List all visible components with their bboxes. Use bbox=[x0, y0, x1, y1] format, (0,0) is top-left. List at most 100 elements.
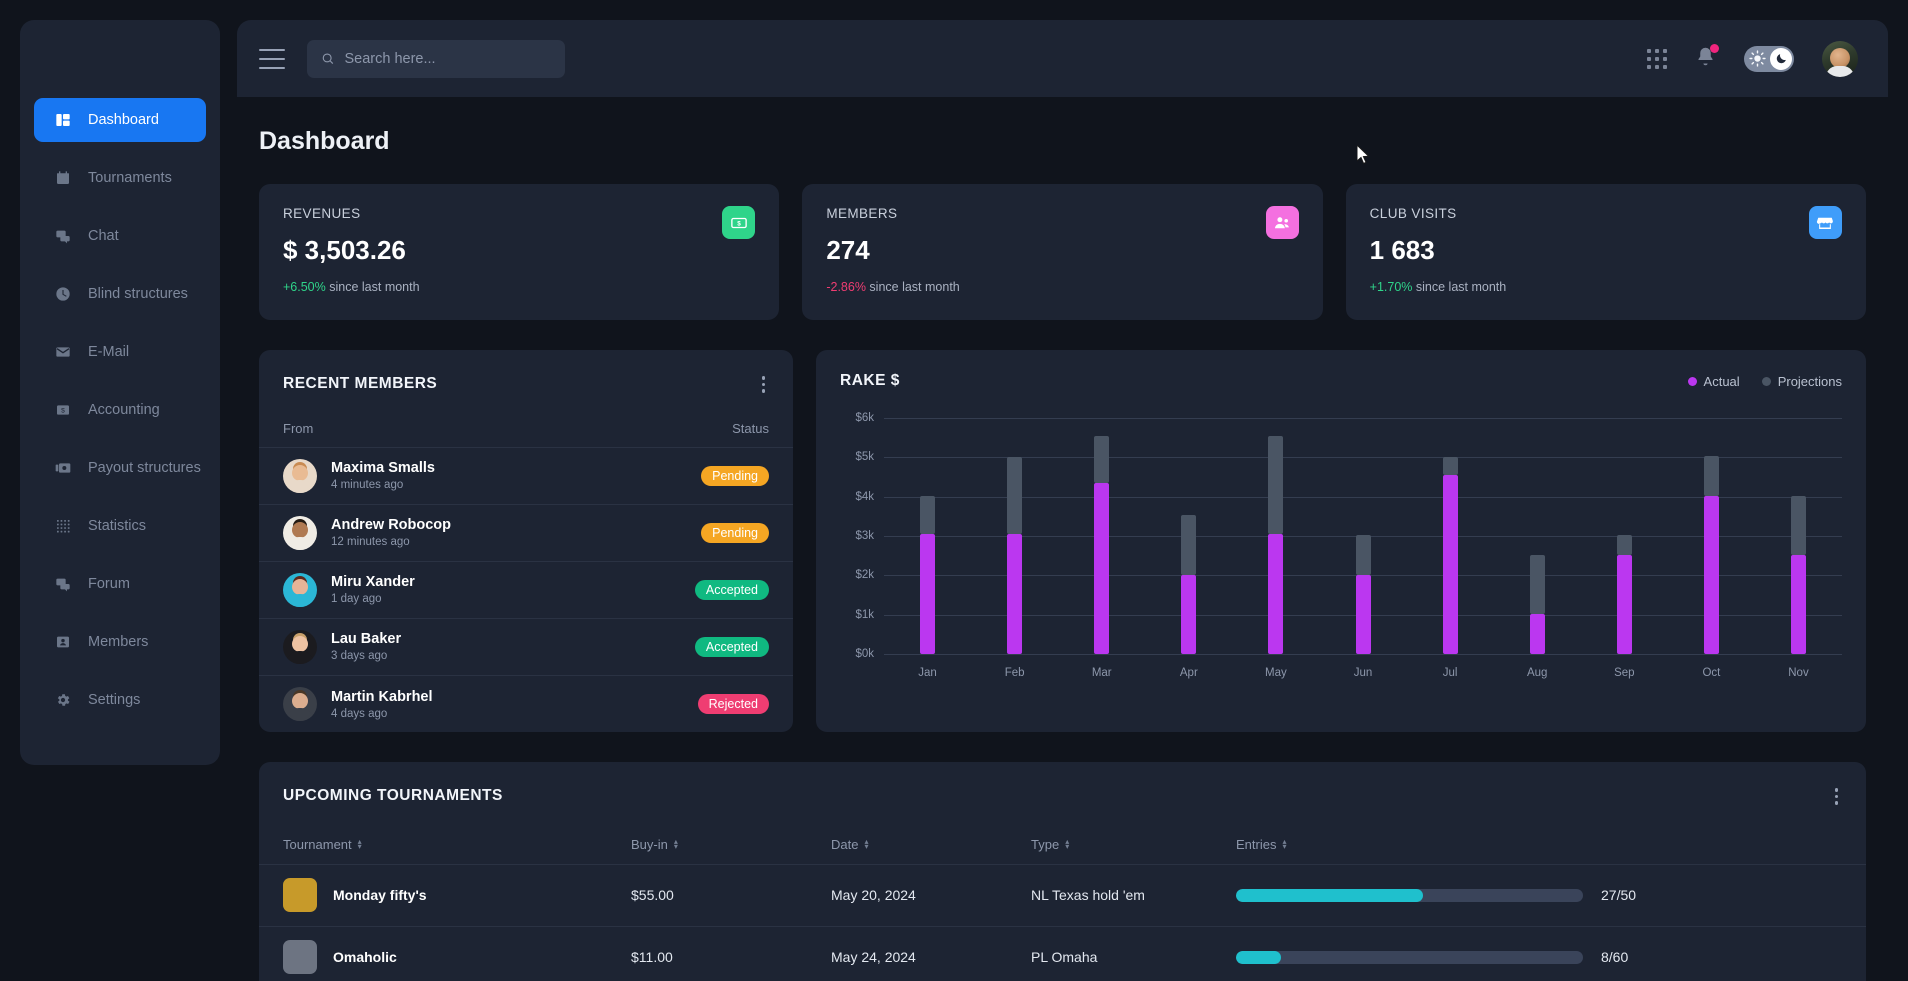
member-row[interactable]: Miru Xander 1 day ago Accepted bbox=[259, 562, 793, 619]
search-input[interactable] bbox=[344, 50, 551, 67]
x-axis-tick-label: Sep bbox=[1614, 667, 1635, 679]
mail-icon bbox=[54, 343, 72, 361]
bar-segment-actual bbox=[1703, 495, 1719, 654]
sidebar-item-members[interactable]: Members bbox=[34, 620, 206, 664]
theme-toggle[interactable] bbox=[1744, 45, 1794, 72]
bar-group[interactable]: Aug bbox=[1494, 418, 1581, 679]
avatar bbox=[283, 572, 317, 607]
bar-stack bbox=[1007, 418, 1023, 654]
chart-legend: Actual Projections bbox=[1687, 373, 1842, 389]
sidebar-item-forum[interactable]: Forum bbox=[34, 562, 206, 606]
stat-value: 1 683 bbox=[1369, 235, 1435, 265]
recent-members-columns: From Status bbox=[259, 397, 793, 448]
column-header-buy-in[interactable]: Buy-in ▴ ▾ bbox=[631, 837, 831, 852]
content: Dashboard REVENUES $ 3,503.26 +6.50% since… bbox=[237, 97, 1888, 981]
apps-grid-icon[interactable] bbox=[1647, 48, 1667, 69]
column-header-type[interactable]: Type ▴ ▾ bbox=[1031, 837, 1236, 852]
bar-group[interactable]: Sep bbox=[1581, 418, 1668, 679]
upcoming-tournaments-panel: UPCOMING TOURNAMENTS Tournament ▴ ▾ Buy-in ▴… bbox=[259, 762, 1866, 981]
sidebar-item-label: E-Mail bbox=[88, 344, 130, 360]
column-header-date[interactable]: Date ▴ ▾ bbox=[831, 837, 1031, 852]
legend-item-projections[interactable]: Projections bbox=[1761, 373, 1842, 389]
cell-buyin: $55.00 bbox=[631, 887, 674, 903]
sidebar-item-dashboard[interactable]: Dashboard bbox=[34, 98, 206, 142]
cell-buyin: $11.00 bbox=[631, 949, 673, 965]
stat-label: MEMBERS bbox=[826, 206, 898, 221]
x-axis-tick-label: Jun bbox=[1353, 667, 1373, 679]
sidebar-item-blind-structures[interactable]: Blind structures bbox=[34, 272, 206, 316]
bar-group[interactable]: Oct bbox=[1668, 418, 1755, 679]
member-name: Andrew Robocop bbox=[331, 517, 452, 533]
stat-delta: +6.50% bbox=[283, 280, 326, 294]
sidebar-item-payout-structures[interactable]: Payout structures bbox=[34, 446, 206, 490]
stat-subtext: -2.86% since last month bbox=[826, 280, 1298, 294]
column-header-entries[interactable]: Entries ▴ ▾ bbox=[1236, 837, 1842, 852]
sidebar-item-accounting[interactable]: $ Accounting bbox=[34, 388, 206, 432]
storefront-icon bbox=[1808, 206, 1842, 239]
stat-subtext: +6.50% since last month bbox=[283, 280, 755, 294]
column-label: Date bbox=[831, 836, 859, 852]
dashboard-icon bbox=[54, 111, 72, 129]
column-header-tournament[interactable]: Tournament ▴ ▾ bbox=[283, 837, 631, 852]
money-icon: $ bbox=[54, 401, 72, 419]
page-title: Dashboard bbox=[259, 127, 390, 155]
sidebar-item-settings[interactable]: Settings bbox=[34, 678, 206, 722]
bar-group[interactable]: Feb bbox=[971, 418, 1058, 679]
sidebar-item-e-mail[interactable]: E-Mail bbox=[34, 330, 206, 374]
sidebar-item-label: Payout structures bbox=[88, 460, 201, 476]
bar-segment-projections bbox=[1007, 456, 1023, 535]
bar-group[interactable]: Apr bbox=[1145, 418, 1232, 679]
member-row[interactable]: Lau Baker 3 days ago Accepted bbox=[259, 619, 793, 676]
member-info: Lau Baker 3 days ago bbox=[331, 631, 401, 662]
bar-group[interactable]: Nov bbox=[1755, 418, 1842, 679]
sidebar-item-chat[interactable]: Chat bbox=[34, 214, 206, 258]
stat-delta: -2.86% bbox=[826, 280, 866, 294]
cell-tournament: Monday fifty's bbox=[283, 878, 631, 912]
user-avatar[interactable] bbox=[1822, 40, 1858, 77]
kebab-menu-icon[interactable] bbox=[758, 372, 770, 397]
status-badge: Pending bbox=[701, 522, 769, 543]
rake-chart-title: RAKE $ bbox=[840, 372, 900, 389]
stat-label: CLUB VISITS bbox=[1369, 206, 1457, 221]
chat-icon bbox=[54, 227, 72, 245]
member-row[interactable]: Andrew Robocop 12 minutes ago Pending bbox=[259, 505, 793, 562]
legend-label: Projections bbox=[1777, 373, 1842, 389]
sidebar-item-statistics[interactable]: Statistics bbox=[34, 504, 206, 548]
member-time: 3 days ago bbox=[331, 650, 388, 662]
member-row[interactable]: Maxima Smalls 4 minutes ago Pending bbox=[259, 448, 793, 505]
bar-segment-projections bbox=[1355, 534, 1371, 575]
stat-subtext: +1.70% since last month bbox=[1370, 280, 1842, 294]
notification-badge bbox=[1710, 43, 1719, 53]
bar-stack bbox=[1703, 418, 1719, 654]
cell-date: May 24, 2024 bbox=[831, 949, 916, 965]
cell-type: PL Omaha bbox=[1031, 949, 1098, 965]
hamburger-icon[interactable] bbox=[259, 48, 285, 69]
bell-icon[interactable] bbox=[1695, 43, 1719, 72]
bar-segment-projections bbox=[1529, 554, 1545, 614]
table-row[interactable]: Monday fifty's $55.00 May 20, 2024 NL Texas… bbox=[259, 865, 1866, 927]
x-axis-tick-label: Oct bbox=[1702, 667, 1721, 679]
bar-group[interactable]: Jul bbox=[1407, 418, 1494, 679]
sidebar-item-tournaments[interactable]: Tournaments bbox=[34, 156, 206, 200]
stat-note: since last month bbox=[1415, 280, 1507, 294]
bar-group[interactable]: May bbox=[1232, 418, 1319, 679]
member-name: Miru Xander bbox=[331, 574, 415, 590]
bar-group[interactable]: Jun bbox=[1319, 418, 1406, 679]
bar-segment-projections bbox=[1268, 435, 1284, 535]
y-axis-tick-label: $4k bbox=[855, 490, 874, 503]
x-axis-tick-label: Apr bbox=[1179, 667, 1198, 679]
legend-label: Actual bbox=[1703, 373, 1740, 389]
kebab-menu-icon[interactable] bbox=[1831, 784, 1843, 809]
search-box[interactable] bbox=[307, 39, 565, 78]
table-row[interactable]: Omaholic $11.00 May 24, 2024 PL Omaha 8/60 bbox=[259, 927, 1866, 981]
sidebar-item-label: Settings bbox=[88, 692, 141, 708]
tournament-thumbnail bbox=[283, 940, 317, 974]
bar-group[interactable]: Jan bbox=[884, 418, 971, 679]
bar-segment-projections bbox=[1616, 534, 1632, 555]
sort-icon: ▴ ▾ bbox=[357, 837, 362, 851]
y-axis-tick-label: $1k bbox=[855, 608, 874, 621]
member-row[interactable]: Martin Kabrhel 4 days ago Rejected bbox=[259, 676, 793, 733]
bar-segment-projections bbox=[1094, 435, 1110, 483]
legend-item-actual[interactable]: Actual bbox=[1687, 373, 1740, 389]
bar-group[interactable]: Mar bbox=[1058, 418, 1145, 679]
